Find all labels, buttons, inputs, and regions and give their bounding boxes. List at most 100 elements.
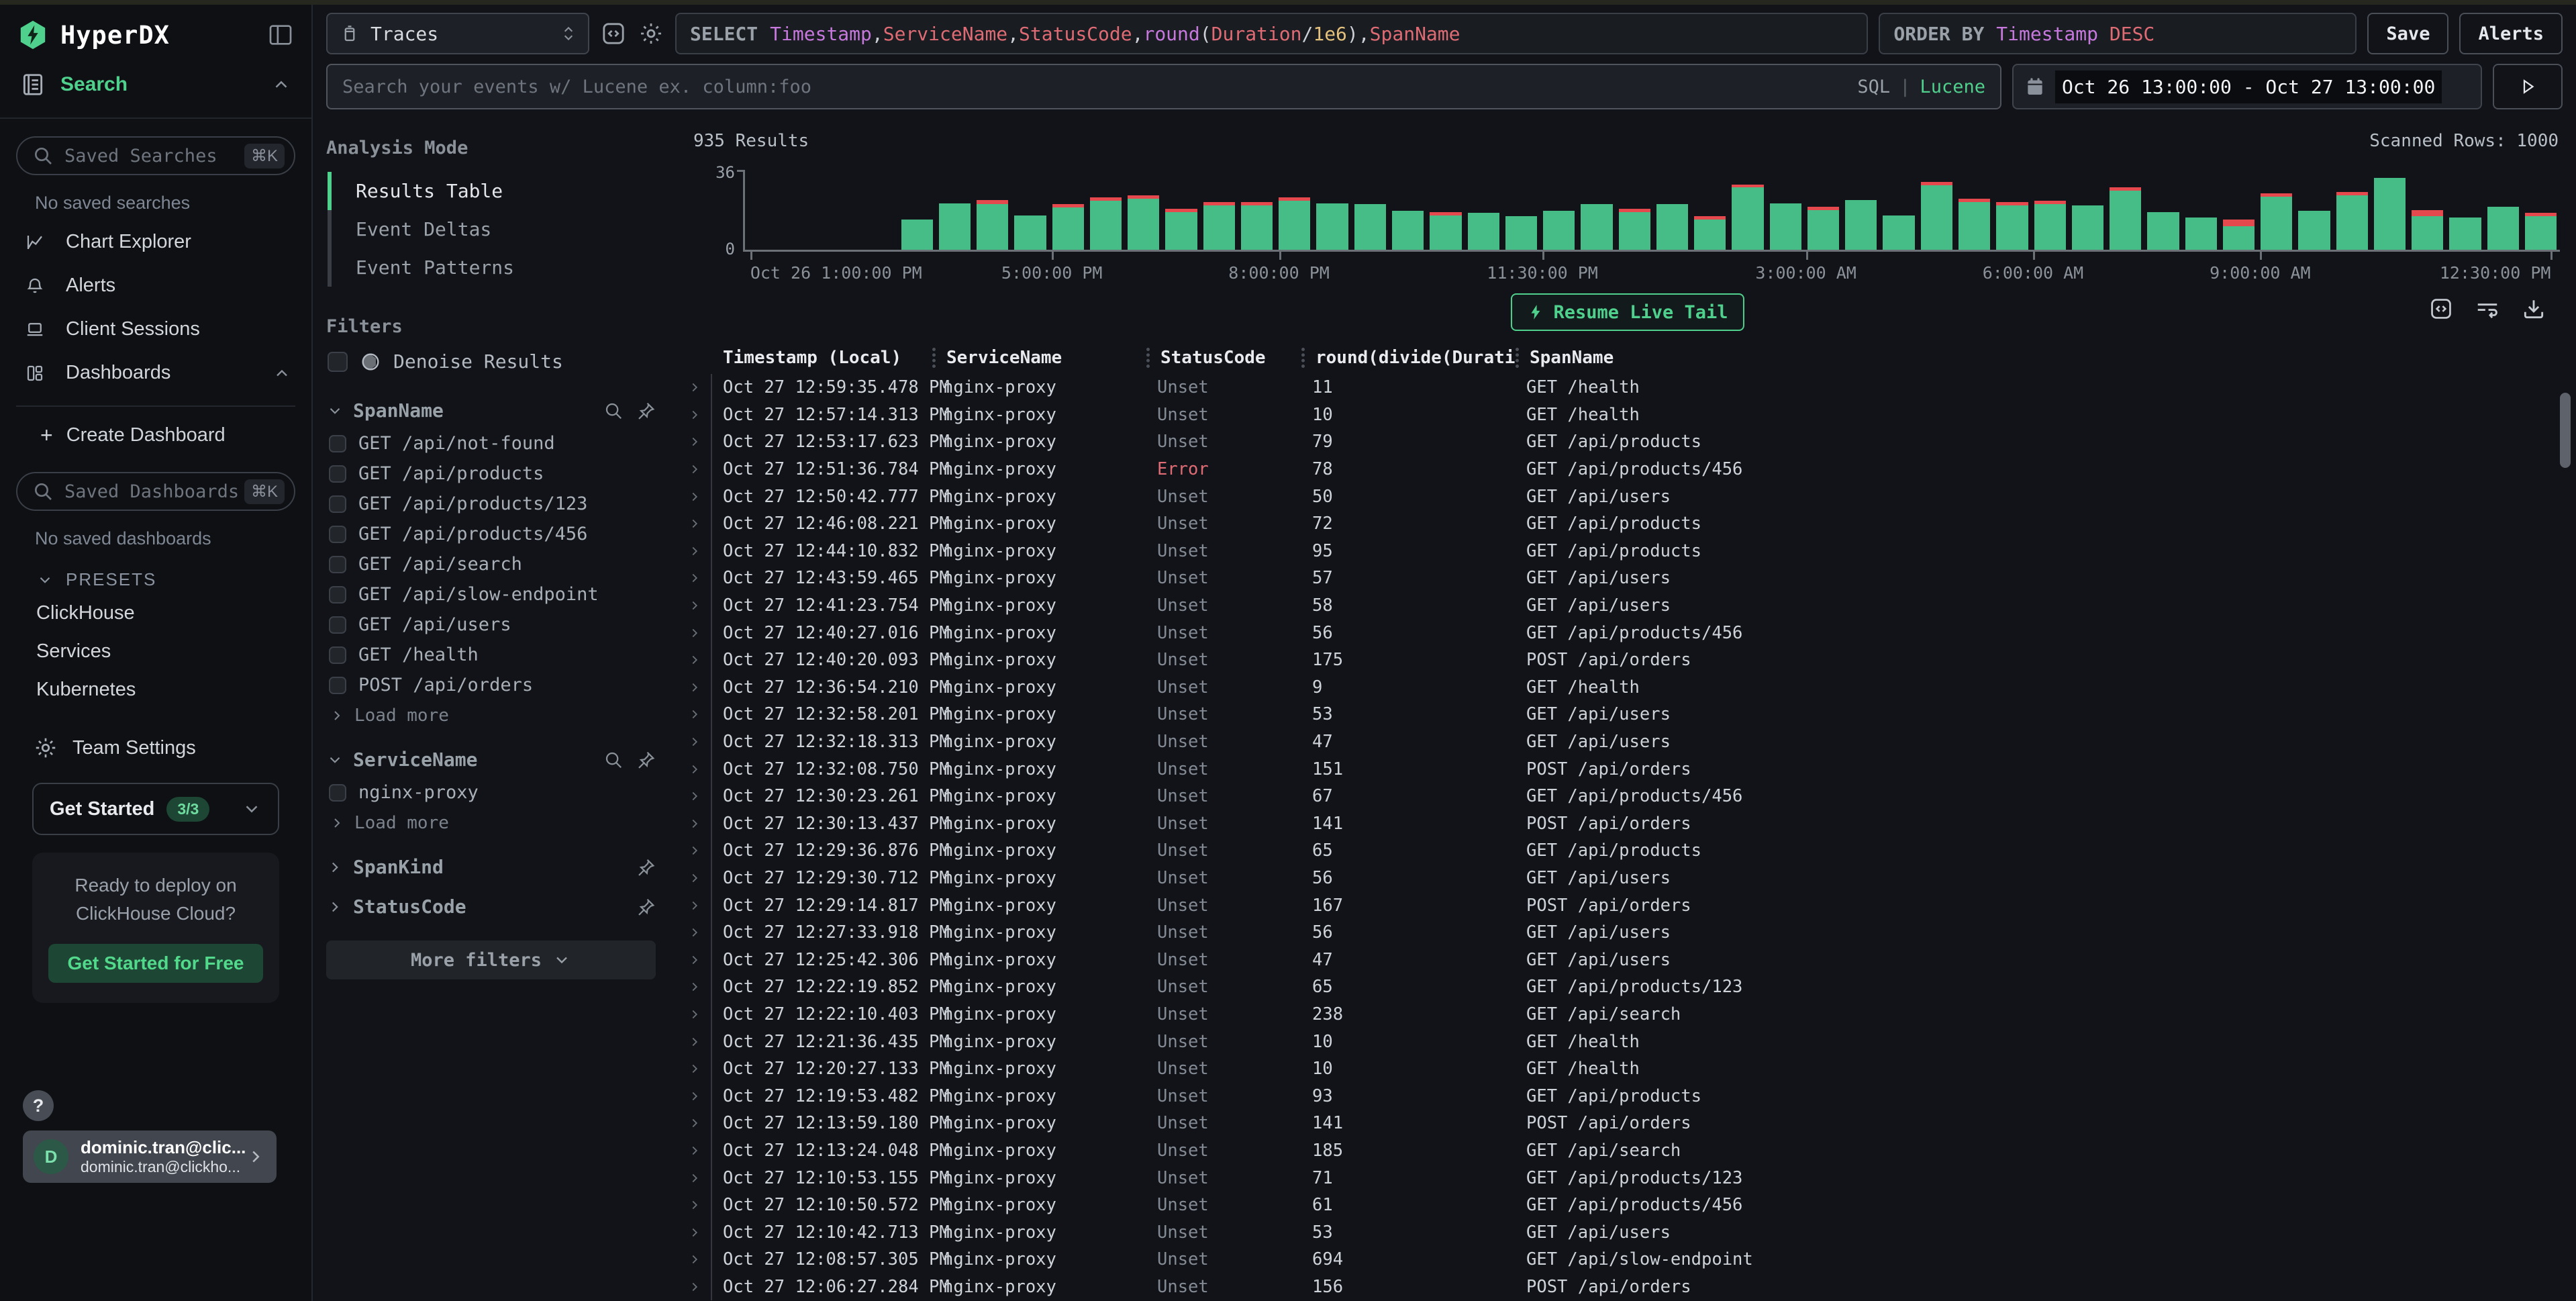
histogram-bar[interactable] (1993, 170, 2031, 250)
filter-group-servicename[interactable]: ServiceName (326, 749, 656, 771)
sidebar-item-search[interactable]: Search (0, 62, 311, 119)
histogram-bar[interactable] (2031, 170, 2069, 250)
sidebar-item-alerts[interactable]: Alerts (16, 264, 295, 307)
pin-icon[interactable] (636, 897, 656, 917)
row-expand-icon[interactable] (679, 653, 711, 667)
table-row[interactable]: Oct 27 12:40:20.093 PMnginx-proxyUnset17… (679, 646, 2576, 674)
table-row[interactable]: Oct 27 12:30:23.261 PMnginx-proxyUnset67… (679, 783, 2576, 810)
sidebar-item-chart-explorer[interactable]: Chart Explorer (16, 220, 295, 264)
source-select[interactable]: Traces (326, 13, 589, 54)
histogram-bar[interactable] (2484, 170, 2522, 250)
histogram-bar[interactable] (974, 170, 1011, 250)
histogram-bar[interactable] (1427, 170, 1465, 250)
search-icon[interactable] (603, 401, 624, 421)
histogram-bar[interactable] (2182, 170, 2220, 250)
get-started-dropdown[interactable]: Get Started 3/3 (32, 783, 279, 835)
row-expand-icon[interactable] (679, 734, 711, 749)
sidebar-item-dashboards[interactable]: Dashboards (16, 351, 295, 395)
row-expand-icon[interactable] (679, 1252, 711, 1267)
column-resize-handle[interactable] (1516, 348, 1519, 368)
row-expand-icon[interactable] (679, 1198, 711, 1212)
more-filters-button[interactable]: More filters (326, 941, 656, 979)
row-expand-icon[interactable] (679, 762, 711, 777)
histogram-bar[interactable] (747, 170, 785, 250)
row-expand-icon[interactable] (679, 1061, 711, 1076)
row-expand-icon[interactable] (679, 434, 711, 449)
alerts-button[interactable]: Alerts (2459, 13, 2563, 54)
table-row[interactable]: Oct 27 12:36:54.210 PMnginx-proxyUnset9G… (679, 674, 2576, 702)
table-row[interactable]: Oct 27 12:13:24.048 PMnginx-proxyUnset18… (679, 1137, 2576, 1165)
lucene-mode-toggle[interactable]: Lucene (1920, 77, 1985, 97)
checkbox[interactable] (329, 586, 346, 604)
table-row[interactable]: Oct 27 12:10:42.713 PMnginx-proxyUnset53… (679, 1218, 2576, 1246)
filter-checkbox-item[interactable]: GET /api/products (326, 459, 656, 489)
row-expand-icon[interactable] (679, 816, 711, 831)
run-query-button[interactable] (2493, 64, 2563, 109)
create-dashboard-button[interactable]: + Create Dashboard (16, 407, 295, 461)
checkbox[interactable] (329, 556, 346, 573)
row-expand-icon[interactable] (679, 707, 711, 722)
col-statuscode[interactable]: StatusCode (1160, 348, 1301, 368)
checkbox[interactable] (329, 465, 346, 483)
histogram-bar[interactable] (1502, 170, 1540, 250)
table-row[interactable]: Oct 27 12:27:33.918 PMnginx-proxyUnset56… (679, 919, 2576, 947)
table-row[interactable]: Oct 27 12:25:42.306 PMnginx-proxyUnset47… (679, 946, 2576, 973)
histogram-bar[interactable] (1087, 170, 1124, 250)
checkbox[interactable] (329, 616, 346, 634)
chevron-up-icon[interactable] (273, 364, 291, 383)
analysis-mode-event-deltas[interactable]: Event Deltas (332, 210, 656, 248)
col-timestamp[interactable]: Timestamp (Local) (711, 348, 932, 368)
wrap-lines-icon[interactable] (2474, 296, 2501, 322)
order-by-input[interactable]: ORDER BY Timestamp DESC (1879, 13, 2357, 54)
table-row[interactable]: Oct 27 12:29:14.817 PMnginx-proxyUnset16… (679, 892, 2576, 919)
vertical-scrollbar[interactable] (2560, 393, 2571, 468)
table-row[interactable]: Oct 27 12:32:08.750 PMnginx-proxyUnset15… (679, 755, 2576, 783)
table-row[interactable]: Oct 27 12:43:59.465 PMnginx-proxyUnset57… (679, 565, 2576, 592)
row-expand-icon[interactable] (679, 1034, 711, 1049)
row-expand-icon[interactable] (679, 462, 711, 477)
filter-checkbox-item[interactable]: GET /api/search (326, 549, 656, 579)
download-icon[interactable] (2521, 296, 2546, 322)
presets-toggle[interactable]: PRESETS (16, 556, 295, 594)
histogram-bar[interactable] (1351, 170, 1389, 250)
table-row[interactable]: Oct 27 12:08:57.305 PMnginx-proxyUnset69… (679, 1246, 2576, 1273)
table-row[interactable]: Oct 27 12:29:30.712 PMnginx-proxyUnset56… (679, 865, 2576, 892)
event-search-input[interactable]: Search your events w/ Lucene ex. column:… (326, 64, 2001, 109)
histogram-bar[interactable] (1880, 170, 1918, 250)
table-row[interactable]: Oct 27 12:57:14.313 PMnginx-proxyUnset10… (679, 401, 2576, 429)
row-expand-icon[interactable] (679, 516, 711, 531)
row-expand-icon[interactable] (679, 789, 711, 804)
histogram-bar[interactable] (1465, 170, 1502, 250)
histogram-bar[interactable] (2258, 170, 2295, 250)
histogram-bar[interactable] (2371, 170, 2408, 250)
table-row[interactable]: Oct 27 12:06:27.284 PMnginx-proxyUnset15… (679, 1273, 2576, 1301)
load-more-button[interactable]: Load more (326, 808, 656, 838)
table-row[interactable]: Oct 27 12:32:18.313 PMnginx-proxyUnset47… (679, 728, 2576, 756)
col-duration[interactable]: round(divide(Duration, (1316, 348, 1516, 368)
table-row[interactable]: Oct 27 12:10:50.572 PMnginx-proxyUnset61… (679, 1192, 2576, 1219)
checkbox[interactable] (329, 646, 346, 664)
table-row[interactable]: Oct 27 12:50:42.777 PMnginx-proxyUnset50… (679, 483, 2576, 510)
histogram-bar[interactable] (2409, 170, 2446, 250)
pin-icon[interactable] (636, 857, 656, 877)
histogram-bar[interactable] (2144, 170, 2182, 250)
checkbox[interactable] (328, 352, 348, 372)
save-button[interactable]: Save (2367, 13, 2448, 54)
row-expand-icon[interactable] (679, 1143, 711, 1158)
table-row[interactable]: Oct 27 12:41:23.754 PMnginx-proxyUnset58… (679, 592, 2576, 620)
date-range-picker[interactable]: Oct 26 13:00:00 - Oct 27 13:00:00 (2012, 64, 2482, 109)
get-started-free-button[interactable]: Get Started for Free (48, 944, 263, 983)
pin-icon[interactable] (636, 401, 656, 421)
histogram-bar[interactable] (2522, 170, 2559, 250)
checkbox[interactable] (329, 526, 346, 543)
histogram-bar[interactable] (1616, 170, 1653, 250)
histogram-bar[interactable] (1691, 170, 1729, 250)
sidebar-item-clickhouse[interactable]: ClickHouse (16, 594, 295, 632)
row-expand-icon[interactable] (679, 871, 711, 885)
sql-mode-toggle[interactable]: SQL (1857, 77, 1890, 97)
row-expand-icon[interactable] (679, 407, 711, 422)
histogram-bar[interactable] (1842, 170, 1880, 250)
filter-checkbox-item[interactable]: GET /api/slow-endpoint (326, 579, 656, 610)
histogram-bar[interactable] (2333, 170, 2371, 250)
row-expand-icon[interactable] (679, 680, 711, 695)
